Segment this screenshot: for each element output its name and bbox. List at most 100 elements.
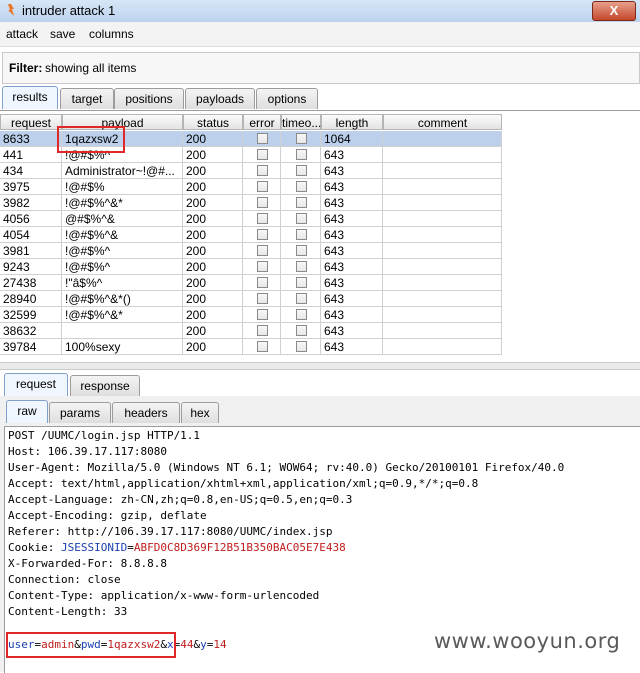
tab-headers[interactable]: headers [112, 402, 180, 423]
close-button[interactable]: X [592, 1, 636, 21]
raw-line: Content-Type: application/x-www-form-url… [8, 589, 320, 602]
col-status[interactable]: status [183, 114, 243, 130]
cell-timeout [281, 323, 321, 339]
cell-comment [383, 275, 502, 291]
cell-comment [383, 243, 502, 259]
timeout-checkbox[interactable] [296, 149, 307, 160]
cell-payload: !@#$%^&* [62, 307, 183, 323]
menu-columns[interactable]: columns [89, 27, 134, 41]
tab-payloads[interactable]: payloads [185, 88, 255, 109]
table-row[interactable]: 3982 !@#$%^&* 200 643 [0, 195, 502, 211]
error-checkbox[interactable] [257, 213, 268, 224]
tab-params[interactable]: params [49, 402, 111, 423]
cell-payload: !@#$%^ [62, 259, 183, 275]
cell-error [243, 243, 281, 259]
cell-status: 200 [183, 323, 243, 339]
error-checkbox[interactable] [257, 181, 268, 192]
error-checkbox[interactable] [257, 245, 268, 256]
table-row[interactable]: 38632 200 643 [0, 323, 502, 339]
table-empty-area [502, 130, 640, 360]
timeout-checkbox[interactable] [296, 277, 307, 288]
timeout-checkbox[interactable] [296, 293, 307, 304]
tab-raw[interactable]: raw [6, 400, 48, 423]
timeout-checkbox[interactable] [296, 245, 307, 256]
cell-request: 3975 [0, 179, 62, 195]
col-request[interactable]: request [0, 114, 62, 130]
error-checkbox[interactable] [257, 197, 268, 208]
col-comment[interactable]: comment [383, 114, 502, 130]
cell-status: 200 [183, 243, 243, 259]
table-row[interactable]: 4054 !@#$%^& 200 643 [0, 227, 502, 243]
split-pane-divider[interactable] [0, 362, 640, 370]
cell-comment [383, 211, 502, 227]
timeout-checkbox[interactable] [296, 213, 307, 224]
cell-status: 200 [183, 131, 243, 147]
table-row[interactable]: 4056 @#$%^& 200 643 [0, 211, 502, 227]
cell-error [243, 147, 281, 163]
table-row[interactable]: 3975 !@#$% 200 643 [0, 179, 502, 195]
raw-line: Connection: close [8, 573, 121, 586]
raw-line: Accept-Encoding: gzip, deflate [8, 509, 207, 522]
tab-options[interactable]: options [256, 88, 318, 109]
timeout-checkbox[interactable] [296, 165, 307, 176]
error-checkbox[interactable] [257, 277, 268, 288]
tab-target[interactable]: target [60, 88, 114, 109]
timeout-checkbox[interactable] [296, 229, 307, 240]
error-checkbox[interactable] [257, 133, 268, 144]
col-length[interactable]: length [321, 114, 383, 130]
error-checkbox[interactable] [257, 229, 268, 240]
timeout-checkbox[interactable] [296, 309, 307, 320]
filter-label: Filter: [9, 61, 43, 75]
cell-length: 1064 [321, 131, 383, 147]
table-row[interactable]: 9243 !@#$%^ 200 643 [0, 259, 502, 275]
cell-status: 200 [183, 291, 243, 307]
cell-payload: 100%sexy [62, 339, 183, 355]
raw-line: POST /UUMC/login.jsp HTTP/1.1 [8, 429, 201, 442]
timeout-checkbox[interactable] [296, 325, 307, 336]
raw-line: Host: 106.39.17.117:8080 [8, 445, 167, 458]
tab-positions[interactable]: positions [114, 88, 184, 109]
error-checkbox[interactable] [257, 325, 268, 336]
table-row[interactable]: 3981 !@#$%^ 200 643 [0, 243, 502, 259]
cell-status: 200 [183, 147, 243, 163]
cell-error [243, 211, 281, 227]
cell-length: 643 [321, 227, 383, 243]
menu-save[interactable]: save [50, 27, 75, 41]
cell-request: 3981 [0, 243, 62, 259]
cell-error [243, 131, 281, 147]
table-row[interactable]: 434 Administrator~!@#... 200 643 [0, 163, 502, 179]
timeout-checkbox[interactable] [296, 197, 307, 208]
tab-hex[interactable]: hex [181, 402, 219, 423]
cell-error [243, 339, 281, 355]
error-checkbox[interactable] [257, 261, 268, 272]
error-checkbox[interactable] [257, 165, 268, 176]
table-row[interactable]: 39784 100%sexy 200 643 [0, 339, 502, 355]
tab-request[interactable]: request [4, 373, 68, 396]
timeout-checkbox[interactable] [296, 181, 307, 192]
cell-request: 39784 [0, 339, 62, 355]
cell-timeout [281, 147, 321, 163]
timeout-checkbox[interactable] [296, 261, 307, 272]
menu-attack[interactable]: attack [6, 27, 38, 41]
error-checkbox[interactable] [257, 341, 268, 352]
timeout-checkbox[interactable] [296, 341, 307, 352]
tab-response[interactable]: response [70, 375, 140, 396]
raw-line: Accept: text/html,application/xhtml+xml,… [8, 477, 479, 490]
col-error[interactable]: error [243, 114, 281, 130]
col-timeout[interactable]: timeo... [281, 114, 321, 130]
cell-request: 27438 [0, 275, 62, 291]
filter-bar[interactable]: Filter: showing all items [2, 52, 640, 84]
cell-error [243, 195, 281, 211]
error-checkbox[interactable] [257, 149, 268, 160]
table-row[interactable]: 32599 !@#$%^&* 200 643 [0, 307, 502, 323]
table-row[interactable]: 28940 !@#$%^&*() 200 643 [0, 291, 502, 307]
timeout-checkbox[interactable] [296, 133, 307, 144]
burp-app-icon [8, 4, 14, 16]
error-checkbox[interactable] [257, 309, 268, 320]
cell-status: 200 [183, 179, 243, 195]
table-row[interactable]: 27438 !"â$%^ 200 643 [0, 275, 502, 291]
tab-results[interactable]: results [2, 86, 58, 109]
error-checkbox[interactable] [257, 293, 268, 304]
cell-payload: !@#$%^ [62, 243, 183, 259]
cell-payload: !@#$%^&*() [62, 291, 183, 307]
